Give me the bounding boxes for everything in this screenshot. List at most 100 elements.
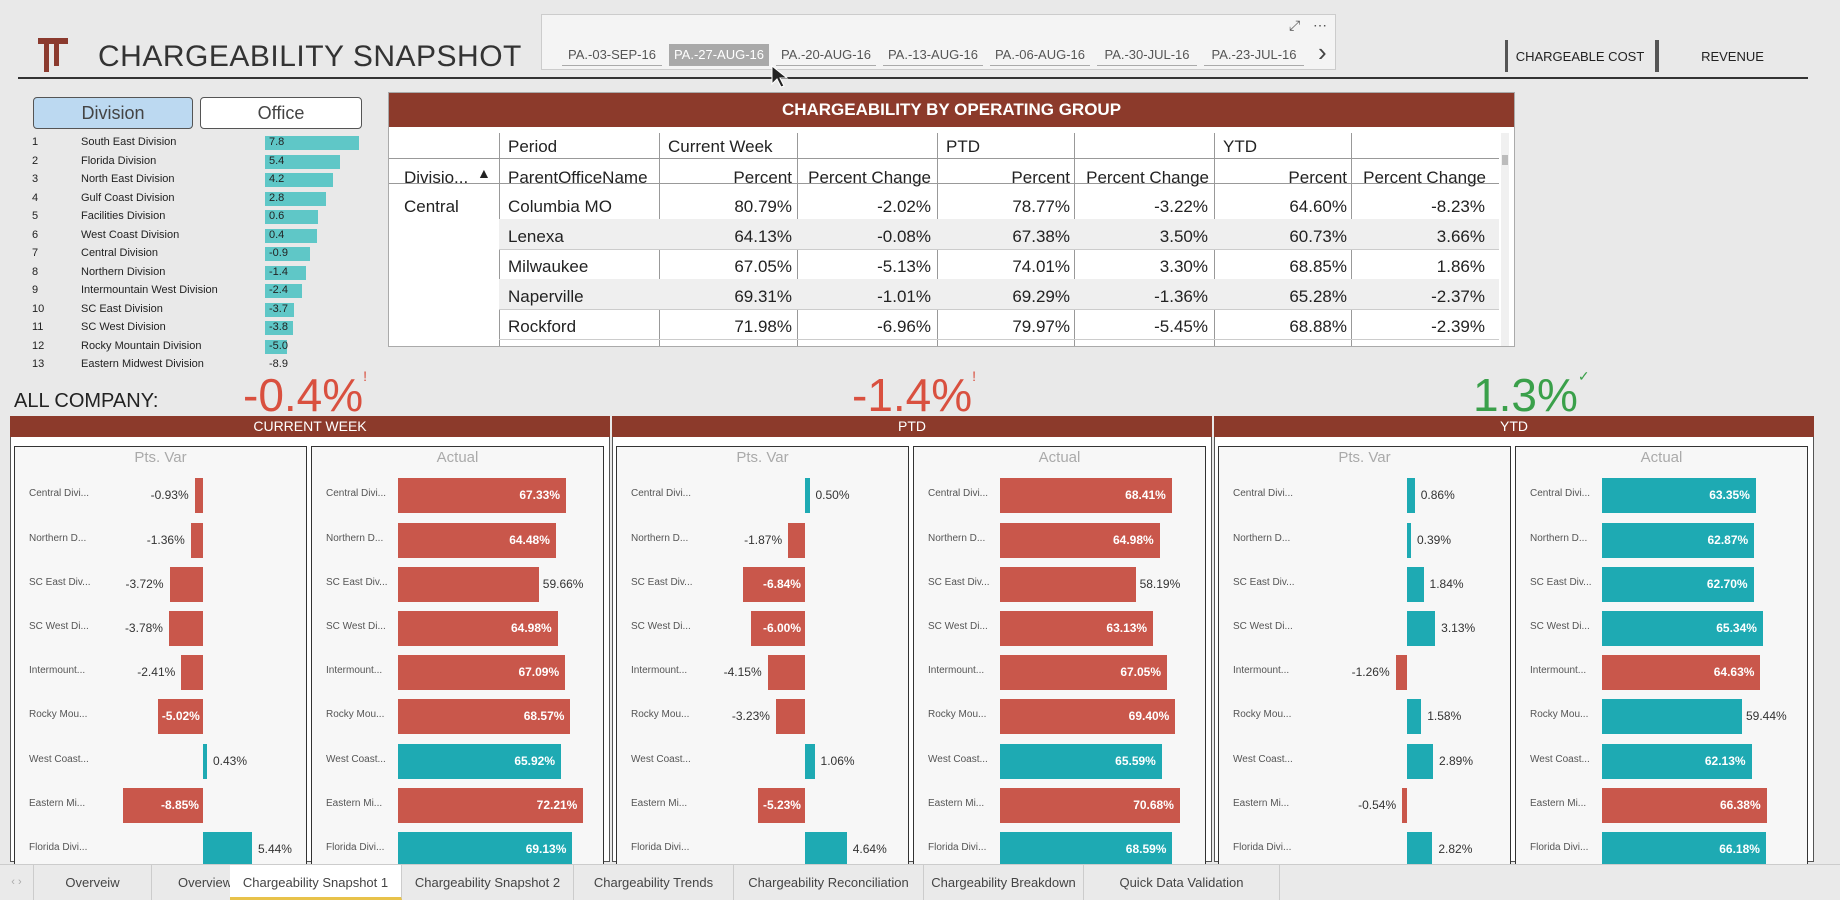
office-cell[interactable]: Columbia MO: [508, 197, 612, 217]
category-label: Northern D...: [631, 533, 689, 544]
ranking-value: -5.0: [269, 339, 288, 352]
bar[interactable]: [788, 523, 805, 558]
operating-group-table[interactable]: CHARGEABILITY BY OPERATING GROUP Period D…: [388, 92, 1515, 347]
period-option[interactable]: PA.-13-AUG-16: [883, 44, 983, 66]
office-cell[interactable]: Naperville: [508, 287, 584, 307]
bar[interactable]: [1407, 523, 1411, 558]
bar[interactable]: [1602, 699, 1742, 734]
ranking-row[interactable]: 10 SC East Division -3.7: [32, 301, 362, 319]
value-cell: 69.29%: [1012, 287, 1070, 306]
ranking-row[interactable]: 8 Northern Division -1.4: [32, 264, 362, 282]
category-label: Florida Divi...: [928, 842, 987, 853]
focus-mode-icon[interactable]: ⤢: [1289, 17, 1300, 34]
bar[interactable]: [805, 478, 810, 513]
bar[interactable]: [767, 655, 805, 690]
bar[interactable]: [1000, 567, 1136, 602]
revenue-button[interactable]: REVENUE: [1660, 42, 1805, 72]
bar[interactable]: [1407, 611, 1436, 646]
period-option[interactable]: PA.-27-AUG-16: [669, 44, 769, 66]
bar[interactable]: [1407, 478, 1415, 513]
data-label: -6.84%: [762, 577, 801, 591]
ranking-row[interactable]: 2 Florida Division 5.4: [32, 153, 362, 171]
category-label: West Coast...: [631, 754, 691, 765]
bar[interactable]: [1395, 655, 1407, 690]
more-options-icon[interactable]: ⋯: [1313, 17, 1327, 34]
period-slicer[interactable]: ⤢ ⋯ PA.-03-SEP-16 PA.-27-AUG-16 PA.-20-AUG…: [541, 14, 1336, 70]
ranking-row[interactable]: 1 South East Division 7.8: [32, 134, 362, 152]
category-label: Florida Divi...: [631, 842, 690, 853]
tab-chargeability-snapshot-2[interactable]: Chargeability Snapshot 2: [402, 865, 574, 900]
header-divider: [389, 158, 1499, 159]
division-name: SC West Division: [81, 321, 166, 333]
category-label: West Coast...: [1233, 754, 1293, 765]
tab-chargeability-trends[interactable]: Chargeability Trends: [574, 865, 734, 900]
office-toggle[interactable]: Office: [200, 97, 362, 129]
tab-scroll-icon[interactable]: ‹ ›: [0, 865, 34, 900]
pts-var-chart[interactable]: Pts. Var Central Divi... 0.86% Northern D..…: [1218, 446, 1511, 867]
ranking-row[interactable]: 9 Intermountain West Division -2.4: [32, 282, 362, 300]
pts-var-chart[interactable]: Pts. Var Central Divi... 0.50% Northern D..…: [616, 446, 909, 867]
data-label: 63.35%: [1709, 488, 1750, 502]
bar[interactable]: [190, 523, 203, 558]
period-option[interactable]: PA.-23-JUL-16: [1204, 44, 1304, 66]
division-name: West Coast Division: [81, 228, 180, 241]
actual-chart[interactable]: Actual Central Divi... 67.33% Northern D...…: [311, 446, 604, 867]
bar[interactable]: [203, 744, 207, 779]
pts-var-chart[interactable]: Pts. Var Central Divi... -0.93% Northern D.…: [14, 446, 307, 867]
period-option[interactable]: PA.-20-AUG-16: [776, 44, 876, 66]
bar[interactable]: [1402, 788, 1407, 823]
tab-chargeability-breakdown[interactable]: Chargeability Breakdown: [924, 865, 1084, 900]
category-label: Central Divi...: [631, 488, 692, 499]
ranking-row[interactable]: 5 Facilities Division 0.6: [32, 208, 362, 226]
data-label: -6.00%: [762, 621, 801, 635]
tab-overveiw[interactable]: Overveiw: [34, 865, 152, 900]
bar[interactable]: [168, 611, 203, 646]
bar[interactable]: [194, 478, 203, 513]
division-toggle[interactable]: Division: [33, 97, 193, 129]
office-cell[interactable]: Lenexa: [508, 227, 564, 247]
period-option[interactable]: PA.-03-SEP-16: [562, 44, 662, 66]
bar[interactable]: [1407, 699, 1422, 734]
category-label: Intermount...: [631, 665, 688, 676]
period-option[interactable]: PA.-30-JUL-16: [1097, 44, 1197, 66]
value-cell: 69.31%: [734, 287, 792, 306]
category-label: Florida Divi...: [1233, 842, 1292, 853]
ranking-value: 0.6: [269, 210, 285, 222]
ranking-row[interactable]: 6 West Coast Division 0.4: [32, 227, 362, 245]
data-label: -1.36%: [146, 533, 185, 547]
bar[interactable]: [169, 567, 203, 602]
office-cell[interactable]: Rockford: [508, 317, 576, 337]
ranking-row[interactable]: 4 Gulf Coast Division 2.8: [32, 190, 362, 208]
data-label: 2.89%: [1439, 754, 1474, 768]
ranking-row[interactable]: 3 North East Division 4.2: [32, 171, 362, 189]
bar[interactable]: [805, 832, 847, 867]
ranking-row[interactable]: 7 Central Division -0.9: [32, 245, 362, 263]
tab-chargeability-reconciliation[interactable]: Chargeability Reconciliation: [734, 865, 924, 900]
actual-chart[interactable]: Actual Central Divi... 68.41% Northern D...…: [913, 446, 1206, 867]
bar[interactable]: [775, 699, 805, 734]
category-label: SC East Div...: [631, 577, 693, 588]
scrollbar-thumb[interactable]: [1502, 155, 1508, 165]
bar[interactable]: [1407, 832, 1433, 867]
bar[interactable]: [398, 567, 539, 602]
actual-chart[interactable]: Actual Central Divi... 63.35% Northern D...…: [1515, 446, 1808, 867]
bar[interactable]: [203, 832, 252, 867]
category-label: SC East Div...: [1233, 577, 1295, 588]
division-header[interactable]: Divisio...: [404, 168, 468, 188]
ranking-number: 10: [32, 302, 45, 315]
period-option[interactable]: PA.-06-AUG-16: [990, 44, 1090, 66]
ranking-row[interactable]: 12 Rocky Mountain Division -5.0: [32, 338, 362, 356]
bar[interactable]: [1407, 744, 1433, 779]
bar[interactable]: [805, 744, 815, 779]
tab-quick-data-validation[interactable]: Quick Data Validation: [1084, 865, 1280, 900]
office-cell[interactable]: Milwaukee: [508, 257, 588, 277]
ranking-row[interactable]: 11 SC West Division -3.8: [32, 319, 362, 337]
data-label: 1.84%: [1429, 577, 1464, 591]
bar[interactable]: [1407, 567, 1424, 602]
next-arrow-icon[interactable]: ›: [1318, 37, 1327, 68]
tab-chargeability-snapshot-1[interactable]: Chargeability Snapshot 1: [230, 865, 402, 900]
chargeable-cost-button[interactable]: CHARGEABLE COST: [1510, 42, 1650, 72]
sort-ascending-icon[interactable]: ▲: [477, 165, 491, 181]
bar[interactable]: [181, 655, 203, 690]
data-label: 58.19%: [1139, 577, 1181, 591]
